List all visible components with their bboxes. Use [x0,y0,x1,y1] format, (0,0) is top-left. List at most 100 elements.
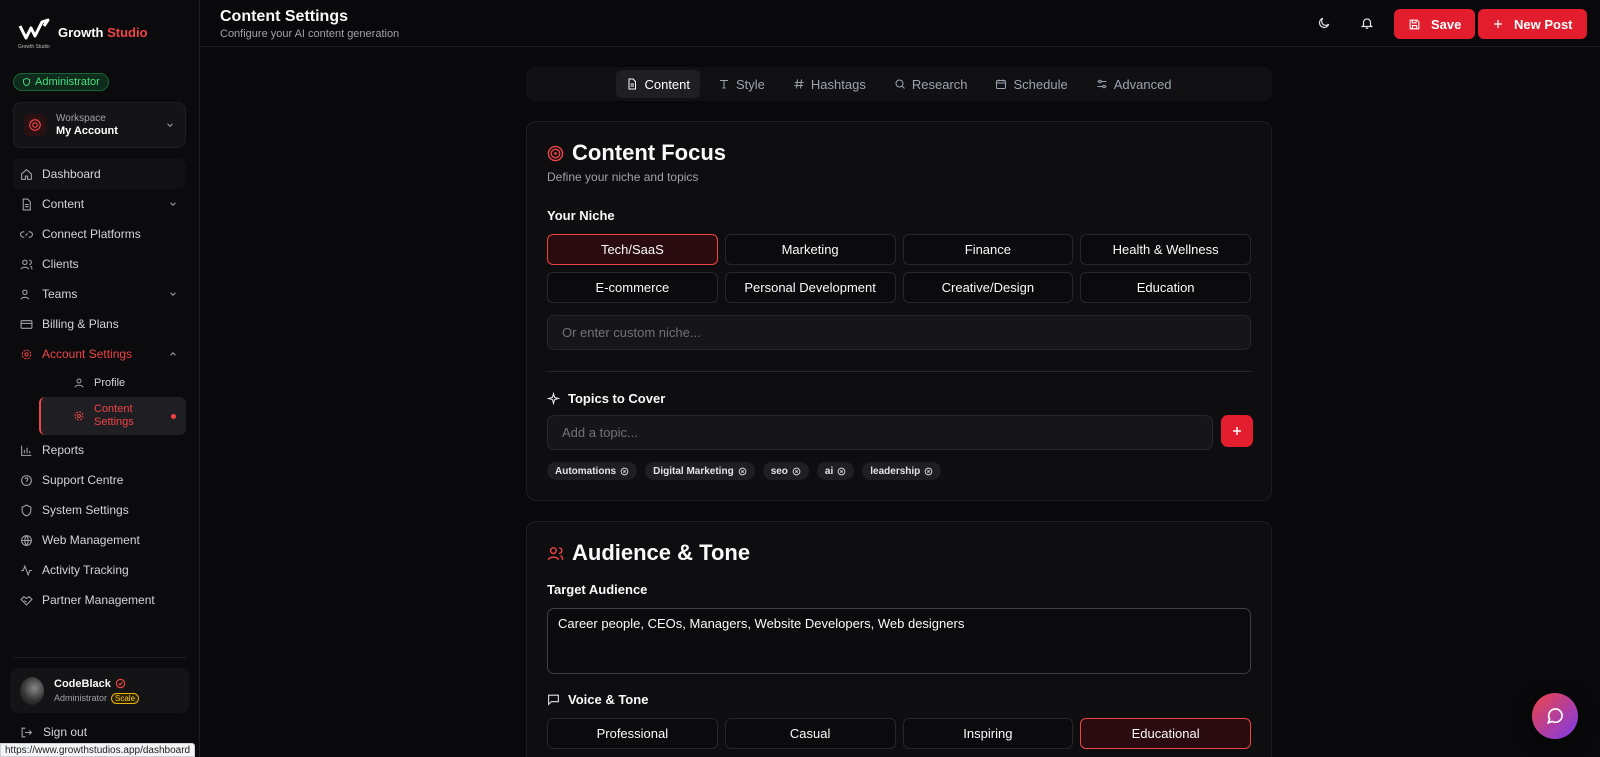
niche-option-marketing[interactable]: Marketing [724,234,896,265]
sidebar-item-clients[interactable]: Clients [13,249,186,279]
custom-niche-input[interactable]: Or enter custom niche... [547,315,1251,350]
topic-input[interactable]: Add a topic... [547,415,1213,450]
topic-tag[interactable]: Digital Marketing [645,462,755,480]
sidebar-item-activity-tracking[interactable]: Activity Tracking [13,555,186,585]
sidebar-item-teams[interactable]: Teams [13,279,186,309]
niche-option-finance[interactable]: Finance [902,234,1074,265]
plan-badge: Scale [111,692,140,704]
status-url: https://www.growthstudios.app/dashboard [0,743,196,757]
niche-option-personal-development[interactable]: Personal Development [724,272,896,303]
remove-circle-icon[interactable] [837,467,846,476]
avatar [20,676,44,705]
audience-title: Audience & Tone [572,540,751,565]
page-subtitle: Configure your AI content generation [220,28,400,40]
niche-options: Tech/SaaS Marketing Finance Health & Wel… [547,234,1251,303]
sidebar-item-dashboard[interactable]: Dashboard [13,159,186,189]
remove-circle-icon[interactable] [738,467,747,476]
workspace-label: Workspace [56,113,106,124]
user-icon [74,378,84,388]
voice-option-casual[interactable]: Casual [724,718,896,749]
tab-research[interactable]: Research [884,70,978,98]
logout-icon [21,727,33,737]
sidebar-item-partner-management[interactable]: Partner Management [13,585,186,615]
remove-circle-icon[interactable] [792,467,801,476]
new-post-button[interactable]: New Post [1478,9,1587,39]
settings-tabs: Content Style Hashtags Research Schedule… [526,67,1272,101]
brand-logo[interactable]: Growth Studio Growth Studio [18,18,148,50]
shield-icon [21,503,32,516]
sidebar-item-web-management[interactable]: Web Management [13,525,186,555]
sidebar-item-system-settings[interactable]: System Settings [13,495,186,525]
chevron-down-icon [170,202,176,206]
document-icon [628,78,637,90]
tab-advanced[interactable]: Advanced [1086,70,1182,98]
sidebar-item-support[interactable]: Support Centre [13,465,186,495]
sidebar-item-account-settings[interactable]: Account Settings [13,339,186,369]
message-square-icon [548,694,559,706]
voice-option-professional[interactable]: Professional [547,718,718,749]
chevron-down-icon [170,292,176,296]
document-icon [22,198,31,210]
topic-tag[interactable]: seo [762,462,809,480]
target-audience-textarea[interactable]: Career people, CEOs, Managers, Website D… [547,608,1251,674]
niche-option-tech-saas[interactable]: Tech/SaaS [547,234,718,265]
workspace-value: My Account [56,125,118,137]
link-icon [20,230,33,238]
user-card[interactable]: CodeBlack Administrator Scale [10,668,189,713]
user-role: Administrator [54,693,108,703]
content-focus-title: Content Focus [572,140,726,165]
type-icon [720,80,729,89]
active-indicator-dot [171,414,176,419]
section-divider [547,371,1251,372]
sparkles-icon [547,392,560,405]
sidebar-item-connect-platforms[interactable]: Connect Platforms [13,219,186,249]
tab-content[interactable]: Content [616,70,701,98]
sidebar-subitem-content-settings[interactable]: Content Settings [39,397,186,435]
save-icon [1409,19,1420,29]
remove-circle-icon[interactable] [620,467,629,476]
voice-option-educational[interactable]: Educational [1080,718,1251,749]
niche-option-ecommerce[interactable]: E-commerce [547,272,718,303]
top-header: Content Settings Configure your AI conte… [200,0,1600,47]
signout-button[interactable]: Sign out [20,725,87,739]
tab-hashtags[interactable]: Hashtags [783,70,876,98]
growth-logo-icon: Growth Studio [18,18,50,50]
niche-label: Your Niche [547,208,615,223]
globe-icon [21,534,32,546]
topic-tag[interactable]: ai [816,462,855,480]
sidebar: Growth Studio Growth Studio Administrato… [0,0,200,757]
topic-tag[interactable]: leadership [862,462,942,480]
plus-icon [1494,20,1502,28]
theme-toggle-moon-icon[interactable] [1315,14,1333,32]
chat-support-button[interactable] [1532,693,1578,739]
topics-label: Topics to Cover [568,391,666,406]
notification-bell-icon[interactable] [1358,14,1376,32]
help-circle-icon [21,474,32,486]
gear-icon [74,411,84,421]
tab-style[interactable]: Style [708,70,775,98]
niche-option-health-wellness[interactable]: Health & Wellness [1080,234,1251,265]
sidebar-item-reports[interactable]: Reports [13,435,186,465]
shield-icon [23,77,30,87]
remove-circle-icon[interactable] [924,467,933,476]
handshake-icon [20,595,33,606]
target-icon [547,145,564,161]
tab-schedule[interactable]: Schedule [985,70,1077,98]
voice-option-inspiring[interactable]: Inspiring [902,718,1074,749]
workspace-switcher[interactable]: Workspace My Account [13,102,186,148]
content-focus-card: Content Focus Define your niche and topi… [526,121,1272,501]
chevron-up-icon [170,352,176,356]
topic-tag[interactable]: Automations [547,462,638,480]
sidebar-nav: Dashboard Content Connect Platforms Clie… [13,159,186,615]
users-icon [20,259,33,270]
users-icon [547,546,564,560]
add-topic-button[interactable] [1221,415,1253,447]
sidebar-item-billing[interactable]: Billing & Plans [13,309,186,339]
niche-option-education[interactable]: Education [1080,272,1251,303]
sidebar-subitem-profile[interactable]: Profile [13,369,186,397]
sidebar-divider [13,657,186,658]
bar-chart-icon [21,445,32,456]
sidebar-item-content[interactable]: Content [13,189,186,219]
niche-option-creative-design[interactable]: Creative/Design [902,272,1074,303]
save-button[interactable]: Save [1394,9,1476,39]
